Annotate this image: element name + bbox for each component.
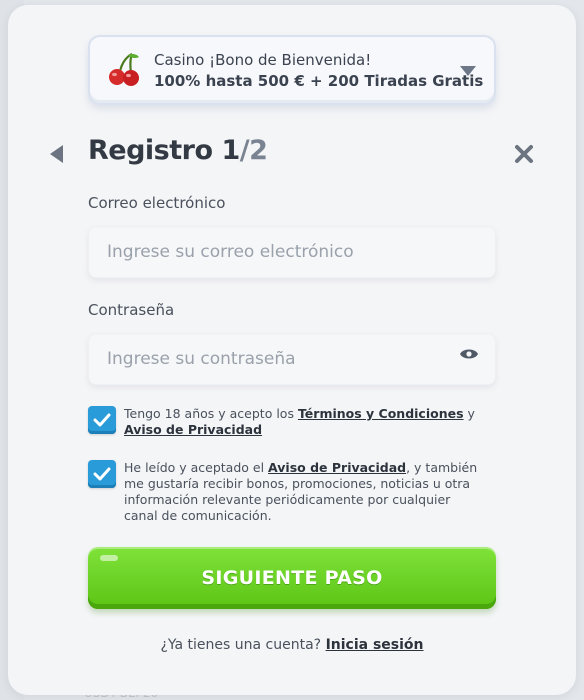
- consent1-and: y: [463, 406, 475, 421]
- terms-link[interactable]: Términos y Condiciones: [298, 406, 464, 421]
- email-label: Correo electrónico: [88, 194, 226, 212]
- next-step-button[interactable]: SIGUIENTE PASO: [88, 547, 496, 609]
- login-question: ¿Ya tienes una cuenta?: [160, 637, 326, 653]
- back-arrow-icon[interactable]: [50, 145, 63, 163]
- bonus-title: Casino ¡Bono de Bienvenida!: [154, 51, 372, 69]
- marketing-checkbox[interactable]: [88, 460, 116, 488]
- registration-modal: Casino ¡Bono de Bienvenida! 100% hasta 5…: [8, 5, 576, 695]
- chevron-down-icon: [460, 66, 476, 76]
- privacy-link-2[interactable]: Aviso de Privacidad: [268, 460, 406, 475]
- button-shine: [100, 555, 118, 561]
- login-link[interactable]: Inicia sesión: [326, 637, 424, 653]
- marketing-consent: He leído y aceptado el Aviso de Privacid…: [124, 460, 484, 524]
- consent1-text: Tengo 18 años y acepto los: [124, 406, 298, 421]
- age-terms-consent: Tengo 18 años y acepto los Términos y Co…: [124, 406, 504, 438]
- consent2-text: He leído y aceptado el: [124, 460, 269, 475]
- privacy-link[interactable]: Aviso de Privacidad: [124, 422, 262, 437]
- close-icon[interactable]: [513, 143, 535, 165]
- cherry-icon: [109, 53, 139, 86]
- password-field[interactable]: [88, 333, 496, 385]
- bonus-text: Casino ¡Bono de Bienvenida! 100% hasta 5…: [154, 50, 483, 92]
- eye-icon[interactable]: [459, 347, 479, 361]
- password-label: Contraseña: [88, 301, 175, 319]
- email-field[interactable]: [88, 226, 496, 278]
- title-text: Registro: [88, 135, 222, 166]
- bonus-selector[interactable]: Casino ¡Bono de Bienvenida! 100% hasta 5…: [88, 35, 496, 105]
- check-icon: [93, 413, 111, 427]
- step-separator: /: [239, 135, 250, 166]
- bonus-offer: 100% hasta 500 € + 200 Tiradas Gratis: [154, 72, 484, 90]
- age-terms-checkbox[interactable]: [88, 406, 116, 434]
- step-current: 1: [221, 135, 240, 166]
- step-total: 2: [249, 135, 268, 166]
- next-step-label: SIGUIENTE PASO: [201, 567, 383, 589]
- page-title: Registro 1/2: [88, 135, 268, 166]
- check-icon: [93, 467, 111, 481]
- login-prompt: ¿Ya tienes una cuenta? Inicia sesión: [8, 637, 576, 653]
